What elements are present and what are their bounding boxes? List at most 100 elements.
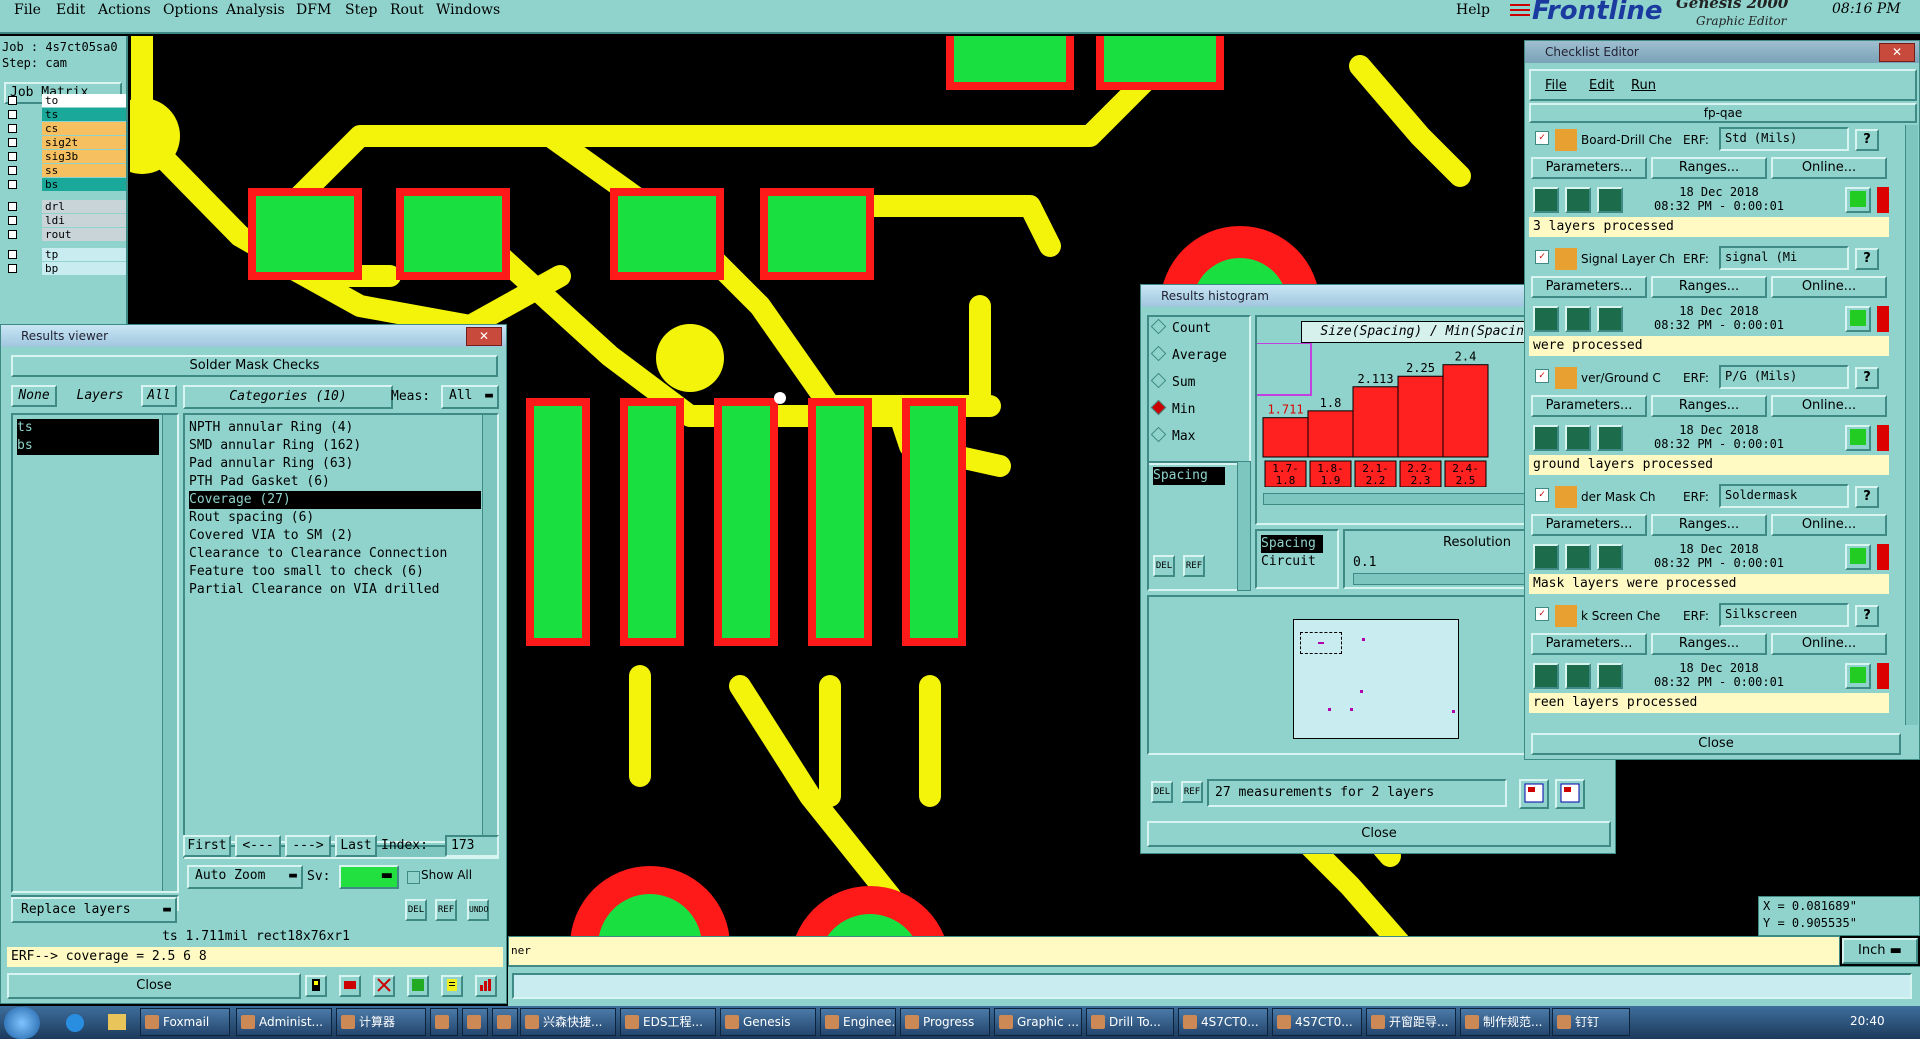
next-button[interactable]: ---> — [285, 835, 331, 857]
run-icon[interactable] — [1533, 544, 1559, 570]
zoom-icon[interactable] — [1845, 187, 1871, 213]
layer-checkbox[interactable] — [8, 216, 17, 225]
layer-name[interactable]: ts — [42, 108, 126, 121]
run-icon[interactable] — [1533, 306, 1559, 332]
layer-row-tp[interactable]: tp — [4, 248, 126, 262]
layer-row-to[interactable]: to — [4, 94, 126, 108]
mode-sum[interactable]: Sum — [1150, 372, 1195, 390]
delete-feature-icon[interactable] — [339, 975, 361, 997]
check-name[interactable]: ver/Ground C — [1581, 371, 1681, 385]
histogram-bar[interactable] — [1352, 386, 1399, 458]
item-checkbox[interactable]: ✓ — [1535, 488, 1549, 502]
close-icon[interactable]: ✕ — [466, 327, 502, 346]
layer-row-ss[interactable]: ss — [4, 164, 126, 178]
zoom-icon[interactable] — [1845, 306, 1871, 332]
erf-selector[interactable]: Silkscreen — [1719, 603, 1849, 627]
field-list[interactable]: Spacing Circuit — [1255, 529, 1339, 589]
probe-icon[interactable] — [305, 975, 327, 997]
layer-checkbox[interactable] — [8, 124, 17, 133]
ref-button[interactable]: REF — [1183, 555, 1205, 577]
category-item[interactable]: Covered VIA to SM (2) — [189, 527, 481, 545]
layers-none-button[interactable]: None — [11, 385, 57, 407]
checklist-menu-file[interactable]: File — [1545, 77, 1567, 95]
layer-row-sig3b[interactable]: sig3b — [4, 150, 126, 164]
layers-list[interactable]: ts bs — [11, 413, 179, 893]
results-icon[interactable] — [1565, 306, 1591, 332]
help-button[interactable]: ? — [1855, 605, 1879, 627]
menu-options[interactable]: Options — [163, 1, 218, 19]
online-button[interactable]: Online... — [1771, 395, 1887, 417]
mode-max[interactable]: Max — [1150, 426, 1195, 444]
start-button[interactable] — [4, 1007, 40, 1039]
category-item[interactable]: Partial Clearance on VIA drilled — [189, 581, 481, 599]
zoom-icon[interactable] — [1845, 663, 1871, 689]
layer-row-ldi[interactable]: ldi — [4, 214, 126, 228]
layer-checkbox[interactable] — [8, 180, 17, 189]
undo-button[interactable]: UNDO — [467, 899, 489, 921]
first-button[interactable]: First — [183, 835, 231, 857]
checklist-menu-edit[interactable]: Edit — [1589, 77, 1614, 95]
checklist-scrollbar[interactable] — [1905, 125, 1918, 725]
taskbar-item[interactable]: 兴森快捷... — [520, 1008, 616, 1036]
export-alt-icon[interactable] — [1555, 779, 1585, 809]
mode-average[interactable]: Average — [1150, 345, 1227, 363]
taskbar-item[interactable]: Drill To... — [1086, 1008, 1174, 1036]
category-item[interactable]: Coverage (27) — [189, 491, 481, 509]
menu-dfm[interactable]: DFM — [296, 1, 331, 19]
results-icon[interactable] — [1565, 663, 1591, 689]
parameters-button[interactable]: Parameters... — [1531, 157, 1647, 179]
taskbar-item[interactable]: 钉钉 — [1552, 1008, 1630, 1036]
ref-button[interactable]: REF — [1181, 781, 1203, 803]
folder-icon[interactable] — [108, 1014, 126, 1030]
menu-help[interactable]: Help — [1456, 1, 1490, 19]
settings-icon[interactable] — [1597, 544, 1623, 570]
item-checkbox[interactable]: ✓ — [1535, 369, 1549, 383]
ranges-button[interactable]: Ranges... — [1651, 395, 1767, 417]
del-button[interactable]: DEL — [1151, 781, 1173, 803]
layer-name[interactable]: ldi — [42, 214, 126, 227]
zoom-icon[interactable] — [1845, 544, 1871, 570]
menu-step[interactable]: Step — [345, 1, 377, 19]
layer-checkbox[interactable] — [8, 138, 17, 147]
layer-name[interactable]: ss — [42, 164, 126, 177]
report-icon[interactable] — [441, 975, 463, 997]
taskbar-item[interactable]: Administ... — [236, 1008, 332, 1036]
erf-selector[interactable]: Soldermask — [1719, 484, 1849, 508]
units-dropdown[interactable]: Inch ▬ — [1842, 938, 1918, 964]
radio-icon[interactable] — [1150, 318, 1167, 335]
layer-checkbox[interactable] — [8, 264, 17, 273]
menu-windows[interactable]: Windows — [436, 1, 500, 19]
category-item[interactable]: Rout spacing (6) — [189, 509, 481, 527]
histogram-fields-list[interactable]: Spacing DEL REF — [1147, 461, 1239, 591]
replace-layers-dropdown[interactable]: Replace layers ▬ — [11, 897, 177, 923]
layer-checkbox[interactable] — [8, 96, 17, 105]
categories-scrollbar[interactable] — [482, 415, 497, 841]
erf-selector[interactable]: P/G (Mils) — [1719, 365, 1849, 389]
online-button[interactable]: Online... — [1771, 514, 1887, 536]
help-button[interactable]: ? — [1855, 486, 1879, 508]
histogram-bar[interactable] — [1262, 417, 1309, 458]
list-item[interactable]: bs — [17, 437, 159, 455]
previous-button[interactable]: <--- — [235, 835, 281, 857]
category-item[interactable]: SMD annular Ring (162) — [189, 437, 481, 455]
settings-icon[interactable] — [1597, 663, 1623, 689]
results-icon[interactable] — [1565, 187, 1591, 213]
taskbar-item[interactable]: Graphic ... — [994, 1008, 1082, 1036]
parameters-button[interactable]: Parameters... — [1531, 633, 1647, 655]
checklist-menu-run[interactable]: Run — [1631, 77, 1656, 95]
online-button[interactable]: Online... — [1771, 157, 1887, 179]
ranges-button[interactable]: Ranges... — [1651, 514, 1767, 536]
radio-icon[interactable] — [1150, 399, 1167, 416]
layer-name[interactable]: sig3b — [42, 150, 126, 163]
check-name[interactable]: Board-Drill Che — [1581, 133, 1681, 147]
mode-count[interactable]: Count — [1150, 318, 1211, 336]
ref-button[interactable]: REF — [435, 899, 457, 921]
category-item[interactable]: NPTH annular Ring (4) — [189, 419, 481, 437]
zoom-icon[interactable] — [1845, 425, 1871, 451]
fields-scrollbar[interactable] — [1237, 461, 1251, 591]
layer-name[interactable]: tp — [42, 248, 126, 261]
auto-zoom-dropdown[interactable]: Auto Zoom ▬ — [187, 865, 303, 889]
erf-selector[interactable]: Std (Mils) — [1719, 127, 1849, 151]
checklist-titlebar[interactable]: Checklist Editor — [1525, 41, 1919, 63]
taskbar-item[interactable]: 计算器 — [336, 1008, 426, 1036]
